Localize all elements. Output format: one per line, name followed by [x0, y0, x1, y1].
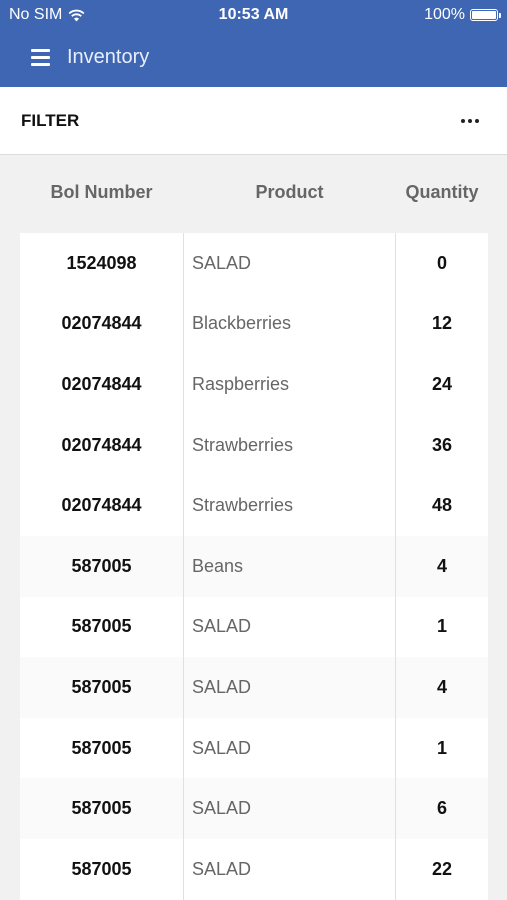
bol-number-cell: 02074844 — [61, 313, 142, 334]
table-row[interactable]: 02074844 Raspberries 24 — [20, 354, 488, 415]
bol-number-cell: 02074844 — [61, 495, 142, 516]
app-bar: Inventory — [0, 30, 507, 87]
column-header-product: Product — [255, 182, 324, 202]
quantity-cell: 48 — [431, 495, 453, 516]
battery-indicator: 100% — [424, 6, 501, 24]
quantity-cell: 12 — [431, 313, 453, 334]
inventory-table: 1524098 SALAD 0 02074844 Blackberries 12 02074… — [20, 233, 488, 900]
bol-number-cell: 02074844 — [61, 434, 142, 455]
table-row[interactable]: 587005 Beans 4 — [20, 535, 488, 597]
table-row[interactable]: 587005 SALAD 22 — [20, 838, 488, 900]
product-cell: Strawberries — [183, 475, 396, 536]
table-row[interactable]: 02074844 Blackberries 12 — [20, 293, 488, 355]
quantity-cell: 1 — [436, 737, 447, 758]
bol-number-cell: 587005 — [71, 737, 132, 758]
bol-number-cell: 587005 — [71, 798, 132, 819]
battery-percent: 100% — [424, 6, 465, 23]
bol-number-cell: 587005 — [71, 555, 132, 576]
table-row[interactable]: 02074844 Strawberries 36 — [20, 414, 488, 476]
product-cell: Raspberries — [183, 354, 396, 415]
product-cell: SALAD — [183, 838, 396, 900]
bol-number-cell: 02074844 — [61, 373, 142, 394]
product-cell: SALAD — [183, 657, 396, 718]
table-header: Bol Number Product Quantity — [20, 155, 488, 233]
column-header-quantity: Quantity — [405, 182, 479, 202]
quantity-cell: 24 — [431, 373, 453, 394]
product-cell: SALAD — [183, 596, 396, 658]
filter-button[interactable]: FILTER — [21, 111, 79, 131]
product-cell: SALAD — [183, 778, 396, 839]
table-row[interactable]: 587005 SALAD 1 — [20, 717, 488, 779]
battery-icon — [470, 9, 501, 21]
table-row[interactable]: 587005 SALAD 4 — [20, 657, 488, 718]
column-header-bol-number: Bol Number — [50, 182, 153, 202]
table-row[interactable]: 1524098 SALAD 0 — [20, 233, 488, 294]
product-cell: Blackberries — [183, 293, 396, 355]
bol-number-cell: 587005 — [71, 858, 132, 879]
table-row[interactable]: 02074844 Strawberries 48 — [20, 475, 488, 536]
product-cell: SALAD — [183, 233, 396, 294]
quantity-cell: 4 — [436, 555, 447, 576]
filter-bar: FILTER — [0, 87, 507, 155]
page-title: Inventory — [67, 46, 150, 68]
bol-number-cell: 587005 — [71, 676, 132, 697]
more-options-icon[interactable] — [461, 119, 479, 123]
product-cell: SALAD — [183, 717, 396, 779]
hamburger-menu-icon[interactable] — [31, 49, 50, 66]
product-cell: Beans — [183, 535, 396, 597]
table-row[interactable]: 587005 SALAD 6 — [20, 778, 488, 839]
table-row[interactable]: 587005 SALAD 1 — [20, 596, 488, 658]
quantity-cell: 36 — [431, 434, 453, 455]
quantity-cell: 22 — [431, 858, 453, 879]
status-bar: No SIM 10:53 AM 100% — [0, 0, 507, 30]
quantity-cell: 6 — [436, 798, 447, 819]
quantity-cell: 4 — [436, 676, 447, 697]
product-cell: Strawberries — [183, 414, 396, 476]
bol-number-cell: 1524098 — [66, 252, 137, 273]
bol-number-cell: 587005 — [71, 616, 132, 637]
quantity-cell: 1 — [436, 616, 447, 637]
quantity-cell: 0 — [436, 252, 447, 273]
